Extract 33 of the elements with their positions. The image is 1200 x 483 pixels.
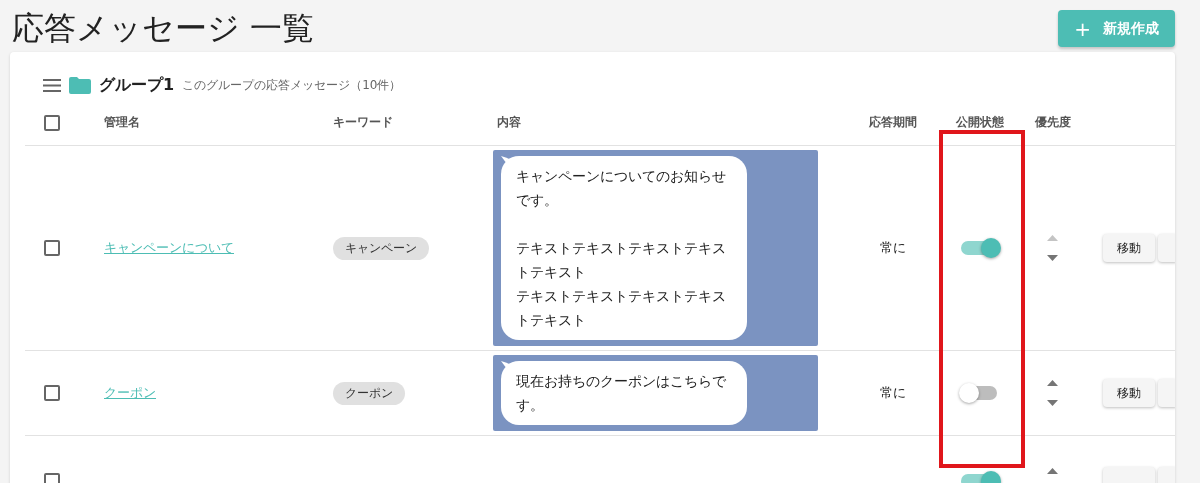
checkbox[interactable] [44, 240, 60, 256]
publish-toggle[interactable] [961, 382, 999, 404]
group-description: このグループの応答メッセージ（10件） [182, 76, 402, 94]
checkbox[interactable] [44, 114, 60, 131]
group-name: グループ1 [99, 74, 175, 96]
period-text: 常に [879, 384, 906, 402]
folder-icon [69, 76, 91, 94]
column-header: 管理名 [104, 114, 140, 131]
column-header: 応答期間 [868, 114, 917, 131]
column-header: 内容 [497, 114, 521, 131]
message-text: 現在お持ちのクーポンはこちらです。 [516, 372, 727, 415]
caret-down-icon[interactable] [1047, 400, 1058, 406]
message-name-link[interactable]: クーポン [104, 384, 156, 402]
message-name-link[interactable]: キャンペーンについて [104, 239, 234, 257]
column-header: キーワード [333, 114, 393, 131]
period-text: 常に [879, 239, 906, 257]
column-header: 公開状態 [956, 114, 1004, 131]
page-title: 応答メッセージ 一覧 [12, 8, 315, 48]
message-text: テキストテキストテキストテキストテキスト [516, 287, 727, 330]
keyword-tag: キャンペーン [333, 236, 429, 260]
publish-toggle[interactable] [961, 237, 999, 259]
checkbox[interactable] [44, 385, 60, 401]
move-button[interactable]: 移動 [1103, 234, 1155, 262]
move-button[interactable]: 移動 [1103, 379, 1155, 407]
caret-down-icon[interactable] [1047, 255, 1058, 261]
message-text: キャンペーンについてのお知らせです。 [516, 167, 727, 210]
message-text: テキストテキストテキストテキストテキスト [516, 239, 727, 282]
keyword-tag: クーポン [333, 381, 405, 405]
column-header: 優先度 [1035, 114, 1071, 131]
create-button[interactable]: + 新規作成 [1058, 10, 1175, 47]
caret-up-icon[interactable] [1047, 380, 1058, 386]
caret-up-icon[interactable] [1047, 468, 1058, 474]
menu-icon[interactable] [43, 78, 61, 92]
